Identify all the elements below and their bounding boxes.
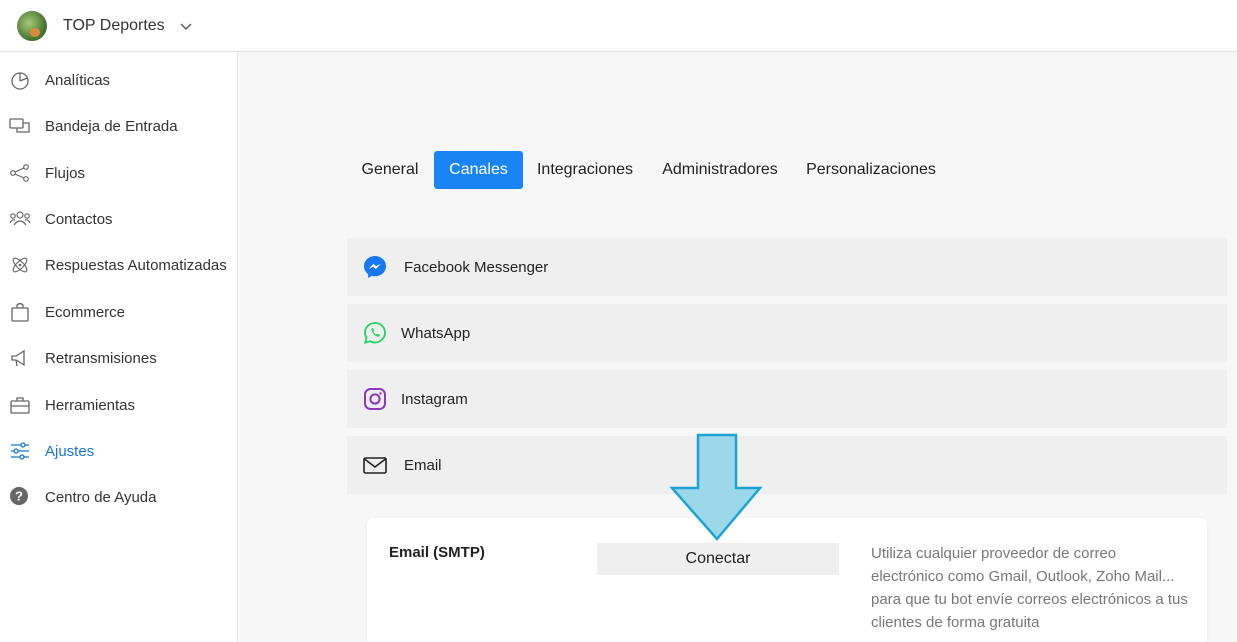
channel-label: Facebook Messenger bbox=[404, 258, 549, 276]
workspace-name[interactable]: TOP Deportes bbox=[63, 17, 165, 35]
chat-bubbles-icon bbox=[9, 118, 30, 133]
sidebar-item-retransmisiones[interactable]: Retransmisiones bbox=[0, 338, 237, 378]
sidebar-item-respuestas[interactable]: Respuestas Automatizadas bbox=[0, 245, 237, 285]
chevron-down-icon[interactable] bbox=[179, 19, 193, 33]
help-circle-icon: ? bbox=[10, 487, 28, 505]
sidebar-item-label: Contactos bbox=[45, 210, 113, 228]
tab-general[interactable]: General bbox=[347, 151, 433, 189]
sidebar-item-ecommerce[interactable]: Ecommerce bbox=[0, 292, 237, 332]
sidebar-item-label: Ecommerce bbox=[45, 303, 126, 321]
channel-facebook-messenger[interactable]: Facebook Messenger bbox=[347, 238, 1227, 296]
users-icon bbox=[9, 211, 31, 226]
sidebar-item-label: Herramientas bbox=[45, 396, 136, 414]
top-bar: TOP Deportes bbox=[0, 0, 1237, 52]
tab-canales[interactable]: Canales bbox=[434, 151, 523, 189]
channel-whatsapp[interactable]: WhatsApp bbox=[347, 304, 1227, 362]
tab-personalizaciones[interactable]: Personalizaciones bbox=[799, 151, 943, 189]
megaphone-icon bbox=[11, 349, 25, 367]
sliders-icon bbox=[11, 442, 29, 460]
sidebar-item-label: Analíticas bbox=[45, 71, 111, 89]
tab-integraciones[interactable]: Integraciones bbox=[527, 151, 643, 189]
email-smtp-card: Email (SMTP) Conectar Utiliza cualquier … bbox=[367, 518, 1207, 642]
svg-text:?: ? bbox=[15, 489, 23, 504]
sidebar-item-label: Centro de Ayuda bbox=[45, 488, 157, 506]
workspace-avatar[interactable] bbox=[17, 10, 47, 41]
instagram-icon bbox=[364, 388, 386, 410]
card-description: Utiliza cualquier proveedor de correo el… bbox=[871, 545, 1188, 631]
envelope-icon bbox=[363, 457, 387, 474]
channel-label: WhatsApp bbox=[401, 324, 471, 342]
sidebar-item-analiticas[interactable]: Analíticas bbox=[0, 60, 237, 100]
channel-label: Instagram bbox=[401, 390, 468, 408]
toolbox-icon bbox=[10, 397, 30, 414]
connect-button[interactable]: Conectar bbox=[597, 543, 839, 575]
sidebar-item-herramientas[interactable]: Herramientas bbox=[0, 385, 237, 425]
sidebar-item-label: Ajustes bbox=[45, 442, 95, 460]
tab-administradores[interactable]: Administradores bbox=[651, 151, 789, 189]
card-title: Email (SMTP) bbox=[389, 544, 485, 561]
sidebar-item-label: Retransmisiones bbox=[45, 349, 157, 367]
sidebar-item-contactos[interactable]: Contactos bbox=[0, 199, 237, 239]
flow-nodes-icon bbox=[10, 164, 29, 182]
sidebar-item-bandeja[interactable]: Bandeja de Entrada bbox=[0, 106, 237, 146]
channel-email[interactable]: Email bbox=[347, 436, 1227, 494]
sidebar-item-label: Respuestas Automatizadas bbox=[45, 256, 227, 274]
atom-icon bbox=[12, 257, 28, 273]
sidebar-item-ajustes[interactable]: Ajustes bbox=[0, 431, 237, 471]
pie-chart-icon bbox=[11, 72, 29, 90]
channel-instagram[interactable]: Instagram bbox=[347, 370, 1227, 428]
sidebar-item-label: Bandeja de Entrada bbox=[45, 117, 178, 135]
channel-label: Email bbox=[404, 456, 442, 474]
whatsapp-icon bbox=[363, 322, 386, 344]
messenger-icon bbox=[364, 256, 386, 278]
sidebar: Analíticas Bandeja de Entrada Flujos Con… bbox=[0, 53, 238, 642]
sidebar-item-label: Flujos bbox=[45, 164, 86, 182]
sidebar-item-ayuda[interactable]: ? Centro de Ayuda bbox=[0, 477, 237, 517]
sidebar-item-flujos[interactable]: Flujos bbox=[0, 153, 237, 193]
shopping-bag-icon bbox=[11, 302, 29, 322]
